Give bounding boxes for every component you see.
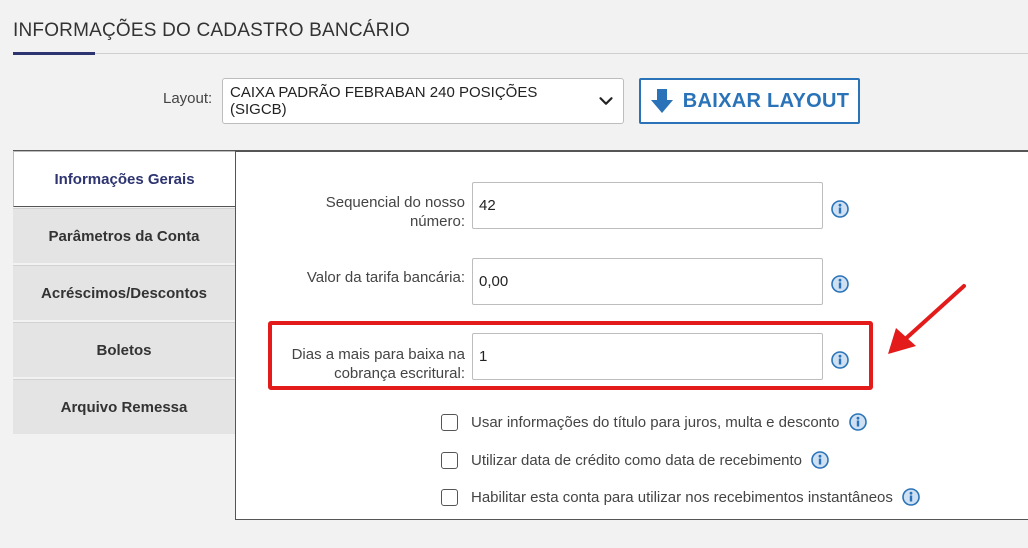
layout-select-value: CAIXA PADRÃO FEBRABAN 240 POSIÇÕES (SIGC… <box>230 84 538 118</box>
tab-acrescimos-descontos[interactable]: Acréscimos/Descontos <box>13 265 235 320</box>
tab-parametros-da-conta[interactable]: Parâmetros da Conta <box>13 208 235 263</box>
checkbox-data-credito-label[interactable]: Utilizar data de crédito como data de re… <box>471 452 802 469</box>
layout-label: Layout: <box>163 90 213 107</box>
info-icon[interactable] <box>831 275 849 293</box>
tab-boletos[interactable]: Boletos <box>13 322 235 377</box>
page-title: INFORMAÇÕES DO CADASTRO BANCÁRIO <box>13 20 410 41</box>
info-icon[interactable] <box>848 413 867 431</box>
title-accent-bar <box>13 52 95 55</box>
checkbox-juros[interactable] <box>441 413 458 431</box>
download-layout-button[interactable]: BAIXAR LAYOUT <box>639 78 860 124</box>
sequencial-label-line1: Sequencial do nosso <box>325 194 465 211</box>
chevron-down-icon <box>599 97 613 105</box>
sequencial-input[interactable] <box>472 182 823 229</box>
checkbox-recebimentos-instantaneos[interactable] <box>441 488 458 506</box>
red-arrow-icon <box>888 284 966 354</box>
layout-select[interactable]: CAIXA PADRÃO FEBRABAN 240 POSIÇÕES (SIGC… <box>222 78 624 124</box>
tarifa-label: Valor da tarifa bancária: <box>265 268 465 287</box>
tab-informacoes-gerais[interactable]: Informações Gerais <box>13 151 235 207</box>
checkbox-recebimentos-instantaneos-label[interactable]: Habilitar esta conta para utilizar nos r… <box>471 489 893 506</box>
checkbox-data-credito[interactable] <box>441 451 458 469</box>
info-icon[interactable] <box>831 200 849 218</box>
checkbox-juros-label[interactable]: Usar informações do título para juros, m… <box>471 414 840 431</box>
tab-arquivo-remessa[interactable]: Arquivo Remessa <box>13 379 235 434</box>
download-layout-label: BAIXAR LAYOUT <box>682 89 850 112</box>
title-divider <box>13 53 1028 54</box>
tarifa-label-text: Valor da tarifa bancária: <box>306 269 465 286</box>
info-icon[interactable] <box>902 488 920 506</box>
check-row-juros: Usar informações do título para juros, m… <box>441 413 867 431</box>
highlight-box <box>268 321 873 390</box>
sequencial-label: Sequencial do nosso número: <box>265 193 465 231</box>
tarifa-input[interactable] <box>472 258 823 305</box>
check-row-data-credito: Utilizar data de crédito como data de re… <box>441 451 829 469</box>
sequencial-label-line2: número: <box>409 213 465 230</box>
arrow-down-icon <box>650 89 673 113</box>
check-row-recebimentos-instantaneos: Habilitar esta conta para utilizar nos r… <box>441 488 920 506</box>
info-icon[interactable] <box>811 451 829 469</box>
